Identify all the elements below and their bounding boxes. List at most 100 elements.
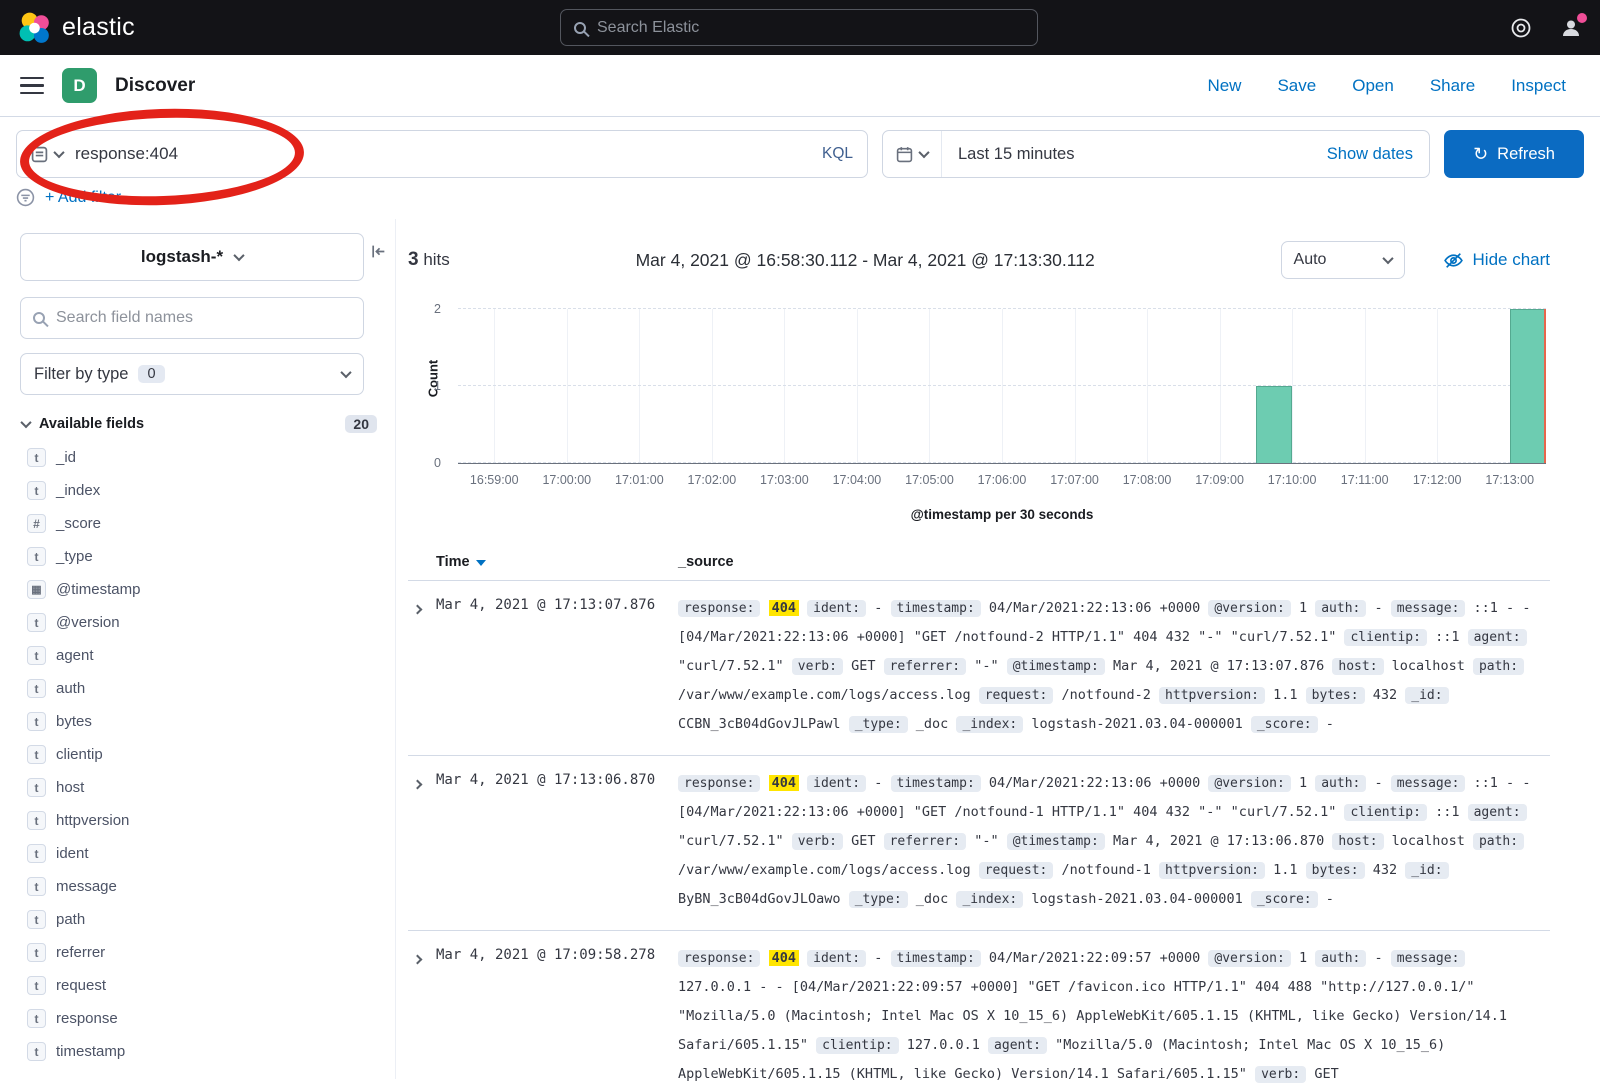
field-item-ident[interactable]: tident <box>20 837 381 870</box>
refresh-button[interactable]: ↻ Refresh <box>1444 130 1584 178</box>
field-key-badge[interactable]: clientip: <box>816 1037 898 1054</box>
field-key-badge[interactable]: request: <box>979 862 1054 879</box>
elastic-logo[interactable]: elastic <box>18 11 135 45</box>
field-key-badge[interactable]: response: <box>678 950 760 967</box>
field-key-badge[interactable]: _score: <box>1251 716 1318 733</box>
show-dates-button[interactable]: Show dates <box>1327 145 1429 164</box>
field-item-httpversion[interactable]: thttpversion <box>20 804 381 837</box>
field-item-agent[interactable]: tagent <box>20 639 381 672</box>
expand-row-button[interactable] <box>408 769 436 793</box>
field-item-message[interactable]: tmessage <box>20 870 381 903</box>
field-item-id[interactable]: t_id <box>20 441 381 474</box>
header-action-share[interactable]: Share <box>1430 76 1475 96</box>
field-key-badge[interactable]: timestamp: <box>891 775 981 792</box>
user-menu-icon[interactable] <box>1560 17 1582 39</box>
field-key-badge[interactable]: response: <box>678 775 760 792</box>
field-key-badge[interactable]: referrer: <box>884 658 966 675</box>
field-search-input[interactable]: Search field names <box>20 297 364 339</box>
index-pattern-select[interactable]: logstash-* <box>20 233 364 281</box>
field-key-badge[interactable]: ident: <box>807 775 866 792</box>
field-key-badge[interactable]: bytes: <box>1306 862 1365 879</box>
saved-query-menu-button[interactable] <box>31 146 63 163</box>
query-input[interactable]: response:404 KQL <box>16 130 868 178</box>
discover-app-icon[interactable]: D <box>62 68 97 103</box>
help-icon[interactable] <box>1510 17 1532 39</box>
field-key-badge[interactable]: ident: <box>807 950 866 967</box>
field-key-badge[interactable]: clientip: <box>1344 804 1426 821</box>
field-key-badge[interactable]: @version: <box>1208 950 1290 967</box>
field-key-badge[interactable]: @timestamp: <box>1007 833 1105 850</box>
collapse-sidebar-icon[interactable] <box>370 243 387 260</box>
field-key-badge[interactable]: path: <box>1473 833 1524 850</box>
field-key-badge[interactable]: agent: <box>1468 629 1527 646</box>
menu-icon[interactable] <box>20 77 44 95</box>
field-key-badge[interactable]: response: <box>678 600 760 617</box>
field-item-timestamp[interactable]: ▦@timestamp <box>20 573 381 606</box>
field-key-badge[interactable]: verb: <box>792 833 843 850</box>
field-key-badge[interactable]: auth: <box>1315 775 1366 792</box>
kql-button[interactable]: KQL <box>812 145 853 163</box>
interval-select[interactable]: Auto <box>1281 241 1405 279</box>
header-action-open[interactable]: Open <box>1352 76 1394 96</box>
field-key-badge[interactable]: @version: <box>1208 600 1290 617</box>
field-item-score[interactable]: #_score <box>20 507 381 540</box>
field-key-badge[interactable]: @timestamp: <box>1007 658 1105 675</box>
field-item-request[interactable]: trequest <box>20 969 381 1002</box>
field-key-badge[interactable]: message: <box>1391 950 1466 967</box>
field-key-badge[interactable]: host: <box>1332 658 1383 675</box>
hide-chart-button[interactable]: Hide chart <box>1443 250 1550 271</box>
field-item-index[interactable]: t_index <box>20 474 381 507</box>
field-key-badge[interactable]: referrer: <box>884 833 966 850</box>
add-filter-button[interactable]: + Add filter <box>45 189 121 207</box>
field-key-badge[interactable]: host: <box>1332 833 1383 850</box>
filter-icon[interactable] <box>16 188 35 207</box>
field-key-badge[interactable]: agent: <box>1468 804 1527 821</box>
expand-row-button[interactable] <box>408 944 436 968</box>
filter-by-type-button[interactable]: Filter by type 0 <box>20 353 364 395</box>
field-key-badge[interactable]: _id: <box>1405 687 1448 704</box>
field-item-type[interactable]: t_type <box>20 540 381 573</box>
field-key-badge[interactable]: _index: <box>956 891 1023 908</box>
field-item-timestamp[interactable]: ttimestamp <box>20 1035 381 1068</box>
field-key-badge[interactable]: clientip: <box>1344 629 1426 646</box>
global-search-input[interactable]: Search Elastic <box>560 9 1038 46</box>
field-item-clientip[interactable]: tclientip <box>20 738 381 771</box>
field-key-badge[interactable]: _type: <box>849 716 908 733</box>
field-key-badge[interactable]: message: <box>1391 600 1466 617</box>
field-key-badge[interactable]: verb: <box>792 658 843 675</box>
field-key-badge[interactable]: verb: <box>1255 1066 1306 1083</box>
header-action-inspect[interactable]: Inspect <box>1511 76 1566 96</box>
field-key-badge[interactable]: _id: <box>1405 862 1448 879</box>
time-column-header[interactable]: Time <box>436 554 678 570</box>
field-key-badge[interactable]: _type: <box>849 891 908 908</box>
field-item-response[interactable]: tresponse <box>20 1002 381 1035</box>
field-key-badge[interactable]: ident: <box>807 600 866 617</box>
field-item-referrer[interactable]: treferrer <box>20 936 381 969</box>
header-action-save[interactable]: Save <box>1277 76 1316 96</box>
header-action-new[interactable]: New <box>1207 76 1241 96</box>
field-item-auth[interactable]: tauth <box>20 672 381 705</box>
field-key-badge[interactable]: auth: <box>1315 950 1366 967</box>
field-key-badge[interactable]: bytes: <box>1306 687 1365 704</box>
histogram-bar[interactable] <box>1256 386 1292 463</box>
field-item-host[interactable]: thost <box>20 771 381 804</box>
field-key-badge[interactable]: path: <box>1473 658 1524 675</box>
histogram-bar[interactable] <box>1510 309 1546 463</box>
field-key-badge[interactable]: httpversion: <box>1159 687 1265 704</box>
field-key-badge[interactable]: timestamp: <box>891 950 981 967</box>
field-item-version[interactable]: t@version <box>20 606 381 639</box>
field-key-badge[interactable]: httpversion: <box>1159 862 1265 879</box>
field-key-badge[interactable]: auth: <box>1315 600 1366 617</box>
field-key-badge[interactable]: agent: <box>988 1037 1047 1054</box>
field-key-badge[interactable]: request: <box>979 687 1054 704</box>
available-fields-header[interactable]: Available fields 20 <box>20 415 381 433</box>
expand-row-button[interactable] <box>408 594 436 618</box>
field-key-badge[interactable]: @version: <box>1208 775 1290 792</box>
field-key-badge[interactable]: message: <box>1391 775 1466 792</box>
time-range-value[interactable]: Last 15 minutes <box>958 145 1074 164</box>
date-quick-select-button[interactable] <box>883 131 942 177</box>
field-key-badge[interactable]: _score: <box>1251 891 1318 908</box>
field-key-badge[interactable]: timestamp: <box>891 600 981 617</box>
field-item-bytes[interactable]: tbytes <box>20 705 381 738</box>
field-item-path[interactable]: tpath <box>20 903 381 936</box>
